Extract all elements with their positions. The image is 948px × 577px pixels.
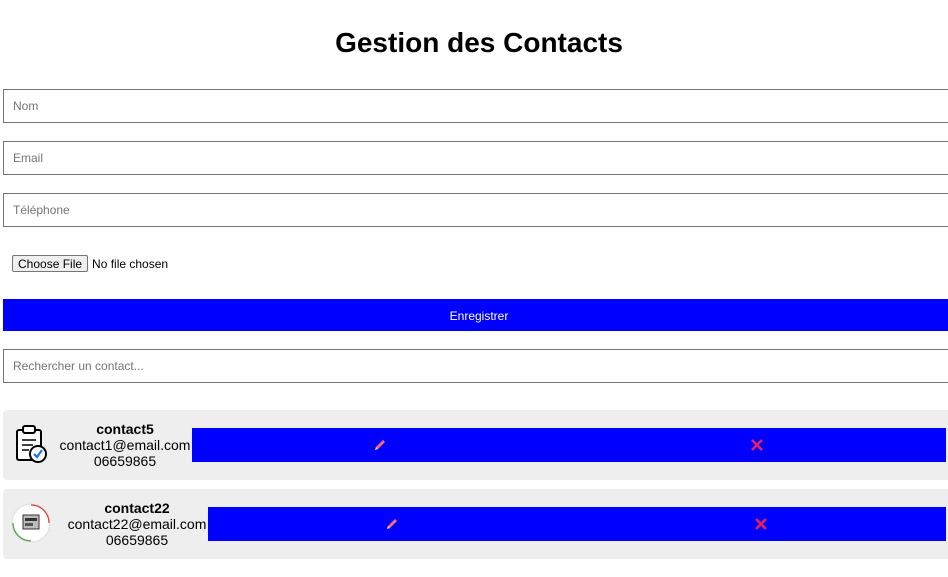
contact-email: contact22@email.com [67, 516, 207, 532]
logo-avatar-icon [11, 503, 51, 543]
contact-name: contact5 [96, 421, 154, 437]
contact-card: contact22 contact22@email.com 06659865 [3, 489, 948, 559]
close-icon [755, 518, 767, 530]
file-picker: Choose File No file chosen [12, 255, 168, 272]
contact-actions [192, 428, 946, 462]
phone-input[interactable] [3, 193, 948, 227]
file-status-text: No file chosen [92, 256, 169, 271]
clipboard-check-icon [11, 424, 51, 464]
edit-button[interactable] [375, 507, 409, 541]
delete-button[interactable] [740, 428, 774, 462]
contact-name: contact22 [104, 500, 170, 516]
delete-button[interactable] [744, 507, 778, 541]
name-input[interactable] [3, 89, 948, 123]
contact-phone: 06659865 [93, 453, 157, 469]
contact-phone: 06659865 [105, 532, 169, 548]
page-title: Gestion des Contacts [335, 27, 623, 58]
email-input[interactable] [3, 141, 948, 175]
contact-actions [208, 507, 946, 541]
contact-info: contact5 contact1@email.com 06659865 [57, 421, 193, 469]
choose-file-button[interactable]: Choose File [12, 255, 89, 272]
edit-button[interactable] [363, 428, 397, 462]
close-icon [751, 439, 763, 451]
contact-info: contact22 contact22@email.com 06659865 [65, 500, 209, 548]
pencil-icon [375, 440, 385, 450]
pencil-icon [387, 519, 397, 529]
save-button[interactable]: Enregistrer [3, 299, 948, 331]
contact-email: contact1@email.com [59, 437, 191, 453]
contact-card: contact5 contact1@email.com 06659865 [3, 410, 948, 480]
search-input[interactable] [3, 349, 948, 383]
